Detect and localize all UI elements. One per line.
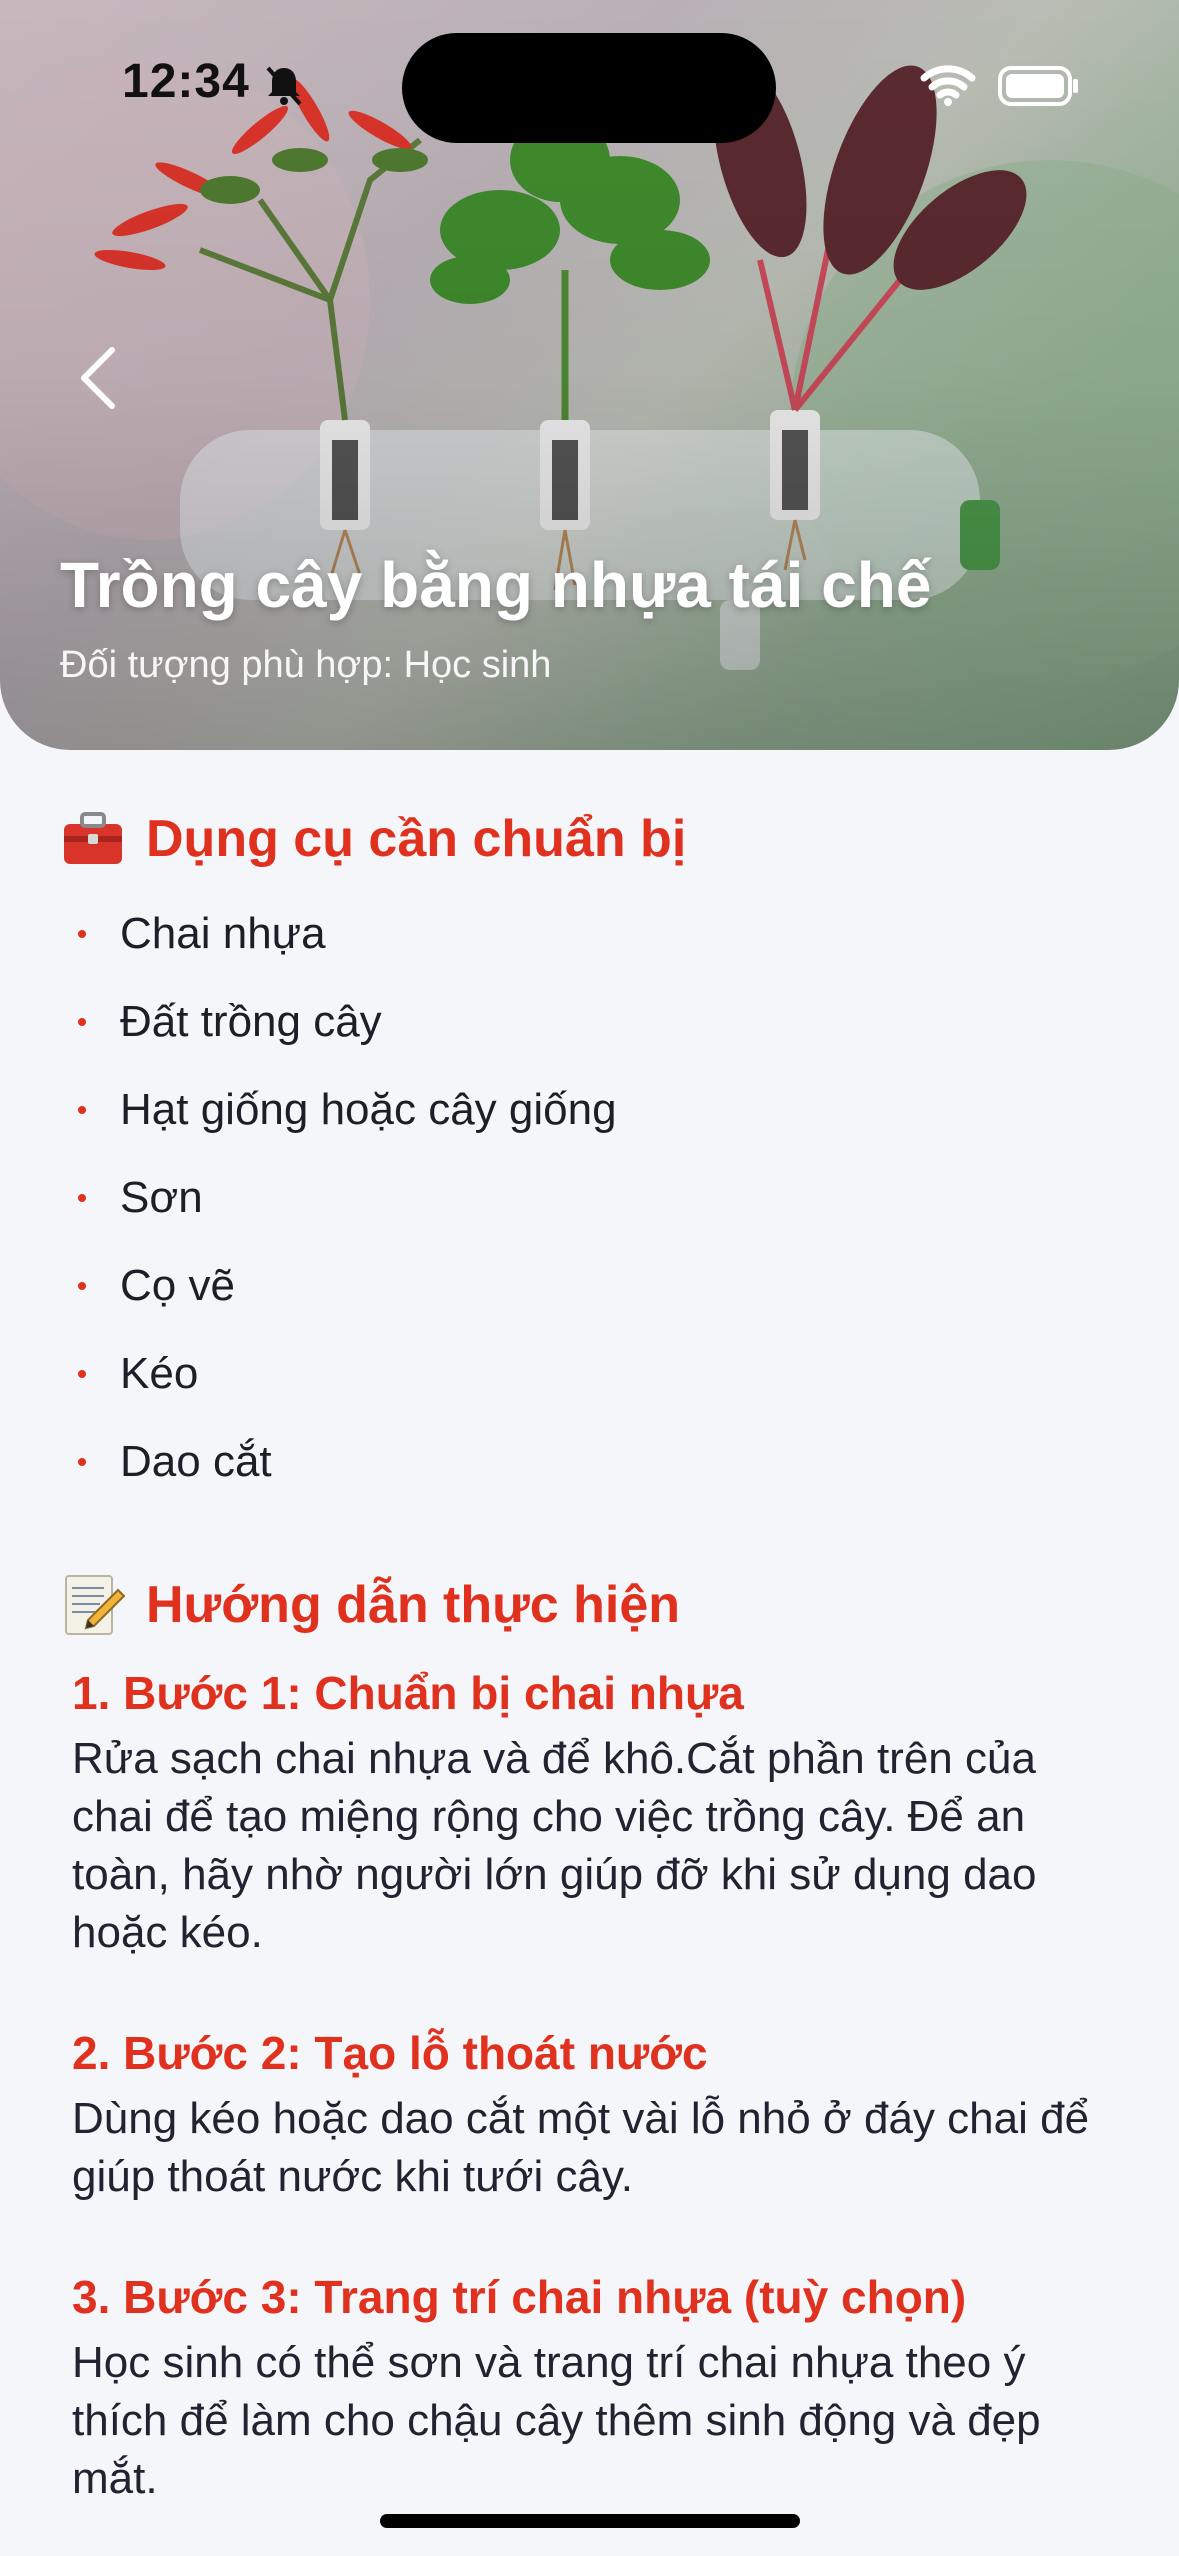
chevron-left-icon[interactable] [68,338,128,418]
step-text: Học sinh có thể sơn và trang trí chai nh… [72,2338,1041,2503]
step-item: 1. Bước 1: Chuẩn bị chai nhựa Rửa sạch c… [72,1660,1122,1962]
list-item: Chai nhựa [68,890,1118,978]
screen: 12:34 Trồng cây bằng nhựa tái chế Đối tư… [0,0,1179,2556]
step-title: 3. Bước 3: Trang trí chai nhựa (tuỳ chọn… [72,2271,967,2323]
tools-list: Chai nhựa Đất trồng cây Hạt giống hoặc c… [68,890,1118,1506]
dynamic-island [402,33,776,143]
steps-list: 1. Bước 1: Chuẩn bị chai nhựa Rửa sạch c… [72,1660,1122,2556]
tool-label: Dao cắt [120,1437,272,1486]
wifi-icon [920,65,976,106]
step-title: 2. Bước 2: Tạo lỗ thoát nước [72,2027,708,2079]
bell-slash-icon [266,66,302,106]
step-text: Rửa sạch chai nhựa và để khô.Cắt phần tr… [72,1734,1037,1957]
bullet-icon [78,930,86,938]
bullet-icon [78,1370,86,1378]
memo-icon [65,1575,126,1635]
tools-section-header: Dụng cụ cần chuẩn bị [60,806,686,872]
step-title: 1. Bước 1: Chuẩn bị chai nhựa [72,1667,744,1719]
status-time: 12:34 [122,55,250,108]
bullet-icon [78,1194,86,1202]
list-item: Sơn [68,1154,1118,1242]
steps-section-header: Hướng dẫn thực hiện [60,1572,680,1638]
step-item: 2. Bước 2: Tạo lỗ thoát nước Dùng kéo ho… [72,2020,1122,2206]
toolbox-icon [64,812,122,864]
tool-label: Kéo [120,1349,199,1398]
list-item: Dao cắt [68,1418,1118,1506]
tool-label: Cọ vẽ [120,1261,235,1310]
list-item: Kéo [68,1330,1118,1418]
page-subtitle: Đối tượng phù hợp: Học sinh [60,644,552,686]
step-text: Dùng kéo hoặc dao cắt một vài lỗ nhỏ ở đ… [72,2094,1090,2201]
page-title: Trồng cây bằng nhựa tái chế [60,549,932,621]
bullet-icon [78,1106,86,1114]
tools-section-title: Dụng cụ cần chuẩn bị [146,810,687,868]
tool-label: Hạt giống hoặc cây giống [120,1085,617,1134]
bullet-icon [78,1458,86,1466]
list-item: Đất trồng cây [68,978,1118,1066]
tool-label: Đất trồng cây [120,997,382,1046]
tool-label: Sơn [120,1173,203,1222]
step-item: 3. Bước 3: Trang trí chai nhựa (tuỳ chọn… [72,2264,1122,2508]
battery-icon [998,66,1078,106]
steps-section-title: Hướng dẫn thực hiện [146,1576,681,1634]
hero-header: 12:34 Trồng cây bằng nhựa tái chế Đối tư… [0,0,1179,750]
home-indicator[interactable] [380,2514,800,2528]
tool-label: Chai nhựa [120,909,326,958]
bullet-icon [78,1018,86,1026]
list-item: Cọ vẽ [68,1242,1118,1330]
bullet-icon [78,1282,86,1290]
list-item: Hạt giống hoặc cây giống [68,1066,1118,1154]
